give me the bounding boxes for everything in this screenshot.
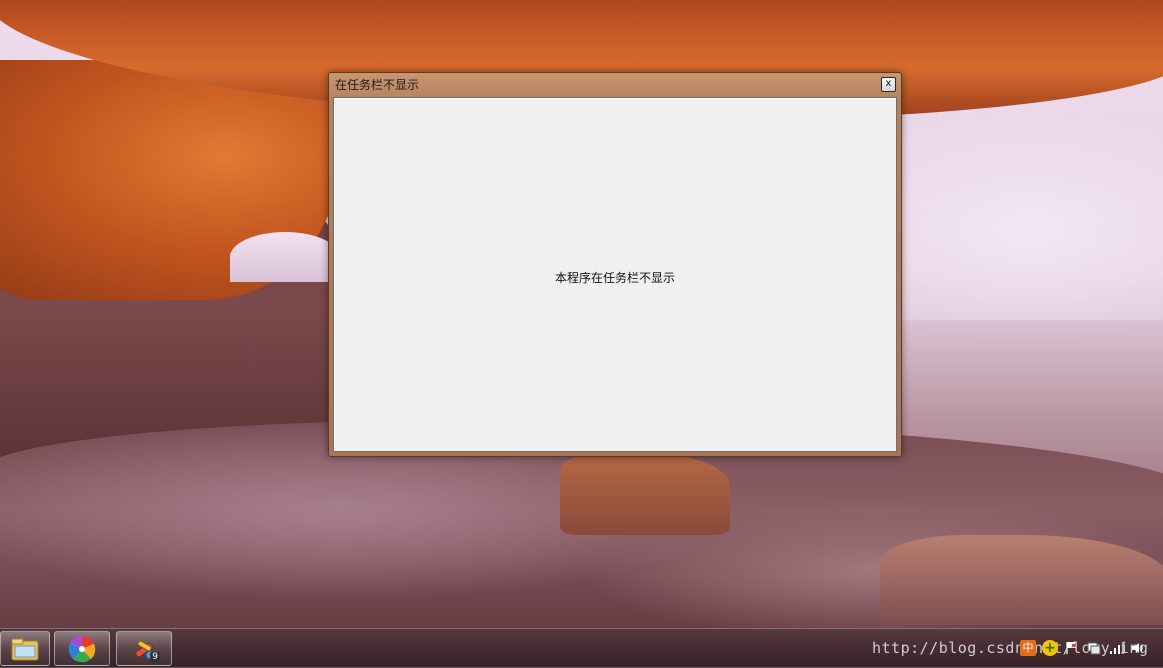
signal-icon[interactable] — [1108, 640, 1124, 656]
folder-icon — [11, 638, 39, 660]
paint-badge: 9 — [150, 652, 160, 663]
close-button[interactable]: x — [881, 77, 896, 92]
taskbar-paint-button[interactable]: 9 — [116, 631, 172, 666]
app-window[interactable]: 在任务栏不显示 x 本程序在任务栏不显示 — [328, 72, 902, 457]
title-bar[interactable]: 在任务栏不显示 x — [329, 73, 901, 97]
wallpaper-arch-opening — [230, 232, 340, 282]
wallpaper-ledge — [560, 455, 730, 535]
client-area: 本程序在任务栏不显示 — [333, 97, 897, 452]
ime-indicator[interactable]: 中 — [1020, 640, 1036, 656]
window-title: 在任务栏不显示 — [335, 78, 420, 92]
taskbar-explorer-button[interactable] — [0, 631, 50, 666]
system-tray: 中 + — [1020, 637, 1146, 659]
plus-icon[interactable]: + — [1042, 640, 1058, 656]
media-center-icon — [68, 635, 96, 662]
flag-icon[interactable] — [1064, 640, 1080, 656]
center-label: 本程序在任务栏不显示 — [554, 271, 675, 285]
taskbar: 9 http://blog.csdn.net/lory.ing 中 + — [0, 628, 1163, 668]
network-icon[interactable] — [1086, 640, 1102, 656]
wallpaper-ledge-right — [880, 535, 1163, 625]
volume-icon[interactable] — [1130, 640, 1146, 656]
taskbar-media-button[interactable] — [54, 631, 110, 666]
